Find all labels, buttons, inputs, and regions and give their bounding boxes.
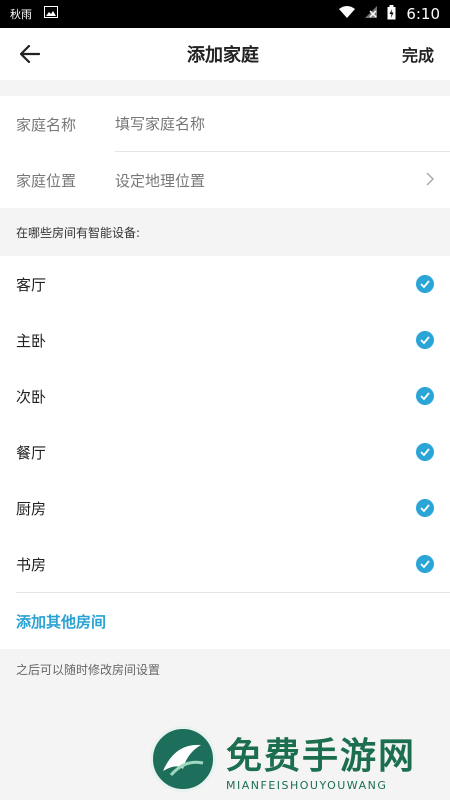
watermark-subtitle: MIANFEISHOUYOUWANG <box>226 778 388 792</box>
check-circle-icon[interactable] <box>416 331 434 349</box>
footer-note: 之后可以随时修改房间设置 <box>16 662 161 677</box>
watermark: 免费手游网 MIANFEISHOUYOUWANG <box>150 726 416 792</box>
home-name-input[interactable]: 填写家庭名称 <box>115 96 450 152</box>
chevron-right-icon <box>426 170 435 191</box>
image-notification-icon <box>44 6 58 22</box>
home-name-placeholder: 填写家庭名称 <box>115 115 206 133</box>
room-item-dining-room[interactable]: 餐厅 <box>0 424 450 480</box>
home-location-row[interactable]: 家庭位置 设定地理位置 <box>0 152 450 208</box>
check-circle-icon[interactable] <box>416 275 434 293</box>
rooms-section-note: 在哪些房间有智能设备: <box>0 208 450 256</box>
app-bar: 添加家庭 完成 <box>0 28 450 80</box>
home-name-label: 家庭名称 <box>16 115 77 134</box>
room-item-master-bedroom[interactable]: 主卧 <box>0 312 450 368</box>
add-other-room-button[interactable]: 添加其他房间 <box>0 593 450 649</box>
notification-app-icon: 秋雨 <box>10 8 32 21</box>
room-item-living-room[interactable]: 客厅 <box>0 256 450 312</box>
no-signal-icon <box>365 6 378 22</box>
room-item-kitchen[interactable]: 厨房 <box>0 480 450 536</box>
arrow-left-icon <box>20 45 40 63</box>
status-time: 6:10 <box>406 5 440 23</box>
spacer <box>0 80 450 96</box>
home-form: 家庭名称 填写家庭名称 家庭位置 设定地理位置 <box>0 96 450 208</box>
room-label: 主卧 <box>16 331 47 350</box>
room-label: 客厅 <box>16 275 47 294</box>
room-label: 书房 <box>16 555 47 574</box>
room-item-study[interactable]: 书房 <box>0 536 450 592</box>
room-item-second-bedroom[interactable]: 次卧 <box>0 368 450 424</box>
room-list: 客厅 主卧 次卧 餐厅 厨房 书房 添加其他房间 <box>0 256 450 649</box>
check-circle-icon[interactable] <box>416 443 434 461</box>
home-location-selector[interactable]: 设定地理位置 <box>115 152 450 208</box>
watermark-logo-icon <box>150 726 216 792</box>
room-label: 厨房 <box>16 499 47 518</box>
page-title: 添加家庭 <box>186 45 259 66</box>
watermark-title: 免费手游网 <box>226 735 417 777</box>
check-circle-icon[interactable] <box>416 387 434 405</box>
home-name-row: 家庭名称 填写家庭名称 <box>0 96 450 152</box>
wifi-icon <box>339 6 356 22</box>
room-label: 次卧 <box>16 387 47 406</box>
home-location-value: 设定地理位置 <box>115 171 206 190</box>
check-circle-icon[interactable] <box>416 499 434 517</box>
done-button[interactable]: 完成 <box>402 42 434 66</box>
battery-icon <box>387 4 396 24</box>
room-label: 餐厅 <box>16 443 47 462</box>
check-circle-icon[interactable] <box>416 555 434 573</box>
home-location-label: 家庭位置 <box>16 171 77 190</box>
status-bar: 秋雨 6:10 <box>0 0 450 28</box>
back-button[interactable] <box>16 40 44 68</box>
